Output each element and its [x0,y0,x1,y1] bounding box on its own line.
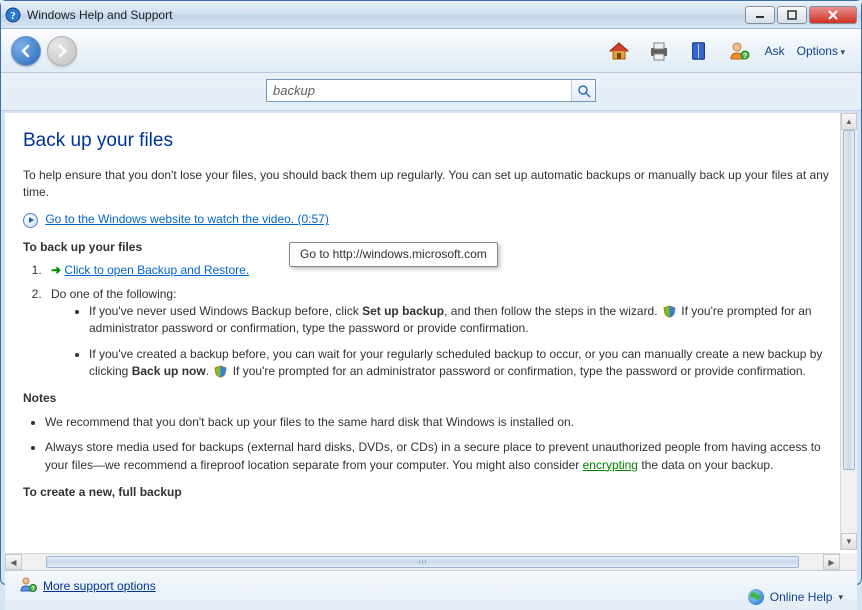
option-2: If you've created a backup before, you c… [89,346,837,381]
video-link[interactable]: Go to the Windows website to watch the v… [45,212,328,226]
setup-backup-label: Set up backup [362,304,444,318]
scroll-down-arrow[interactable]: ▼ [841,533,857,550]
globe-icon [748,589,764,605]
step-2-options: If you've never used Windows Backup befo… [89,303,837,381]
ask-link[interactable]: Ask [765,44,785,58]
scroll-right-arrow[interactable]: ▶ [823,554,840,570]
search-bar [1,73,861,111]
note-2: Always store media used for backups (ext… [45,439,837,474]
article-title: Back up your files [23,127,837,155]
help-icon: ? [5,7,21,23]
vscroll-thumb[interactable] [843,130,855,470]
status-bar: ? More support options Online Help [5,570,857,610]
close-button[interactable] [809,6,857,24]
notes-list: We recommend that you don't back up your… [45,414,837,474]
svg-text:?: ? [742,53,746,60]
step-2: Do one of the following: If you've never… [45,286,837,381]
home-icon[interactable] [605,37,633,65]
toolbar: ? Ask Options [1,29,861,73]
search-box [266,79,596,102]
minimize-button[interactable] [745,6,775,24]
article-content: Back up your files To help ensure that y… [5,113,857,550]
shield-icon [214,365,227,378]
ask-icon[interactable]: ? [725,37,753,65]
forward-button[interactable] [47,36,77,66]
step-2-text: Do one of the following: [51,287,176,301]
intro-paragraph: To help ensure that you don't lose your … [23,167,837,202]
link-tooltip: Go to http://windows.microsoft.com [289,242,498,267]
title-bar: ? Windows Help and Support [1,1,861,29]
search-input[interactable] [267,80,571,101]
video-link-row: Go to the Windows website to watch the v… [23,211,837,228]
maximize-button[interactable] [777,6,807,24]
search-button[interactable] [571,80,595,101]
steps-list: ➜ Click to open Backup and Restore. Do o… [45,262,837,380]
more-support-link[interactable]: More support options [43,579,156,593]
browse-help-icon[interactable] [685,37,713,65]
svg-text:?: ? [31,587,35,593]
backup-now-label: Back up now [132,364,206,378]
hscroll-thumb[interactable] [46,556,799,568]
play-icon [23,213,38,228]
search-icon [577,84,591,98]
back-button[interactable] [11,36,41,66]
scroll-corner [840,553,857,570]
note-1: We recommend that you don't back up your… [45,414,837,431]
notes-heading: Notes [23,390,837,407]
window-controls [745,6,857,24]
arrow-icon: ➜ [51,263,61,277]
vertical-scrollbar[interactable]: ▲ ▼ [840,113,857,550]
option-1: If you've never used Windows Backup befo… [89,303,837,338]
create-backup-heading: To create a new, full backup [23,484,837,501]
content-frame: Back up your files To help ensure that y… [5,113,857,570]
online-help-label: Online Help [770,590,833,604]
options-menu[interactable]: Options [797,44,845,58]
more-support[interactable]: ? More support options [19,575,156,596]
print-icon[interactable] [645,37,673,65]
open-backup-link[interactable]: Click to open Backup and Restore. [64,263,249,277]
online-help-menu[interactable]: Online Help [748,589,843,605]
support-icon: ? [19,575,37,596]
svg-text:?: ? [10,10,16,22]
scroll-up-arrow[interactable]: ▲ [841,113,857,130]
shield-icon [663,305,676,318]
scroll-left-arrow[interactable]: ◀ [5,554,22,570]
horizontal-scrollbar[interactable]: ◀ ▶ [5,553,840,570]
window-title: Windows Help and Support [27,8,745,22]
encrypting-link[interactable]: encrypting [583,458,638,472]
